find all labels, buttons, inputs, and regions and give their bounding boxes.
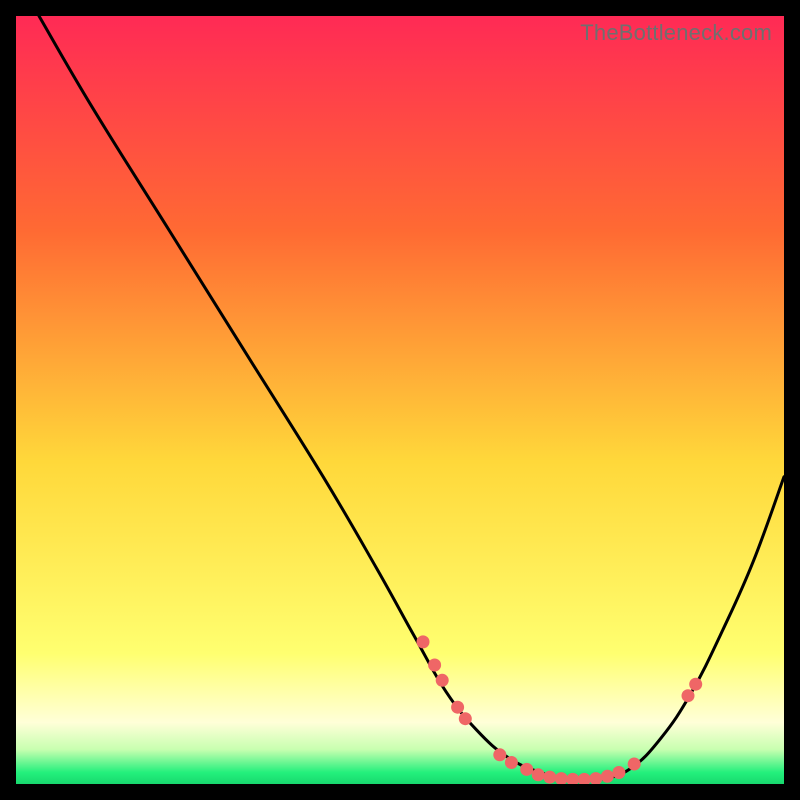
chart-frame: TheBottleneck.com <box>16 16 784 784</box>
sample-dot <box>543 771 556 784</box>
sample-dot <box>505 756 518 769</box>
sample-dot <box>493 748 506 761</box>
sample-dot <box>628 758 641 771</box>
sample-dot <box>689 678 702 691</box>
sample-dot <box>428 659 441 672</box>
sample-dot <box>612 766 625 779</box>
sample-dot <box>520 763 533 776</box>
sample-dot <box>532 768 545 781</box>
gradient-background <box>16 16 784 784</box>
sample-dot <box>417 635 430 648</box>
sample-dot <box>682 689 695 702</box>
sample-dot <box>451 701 464 714</box>
sample-dot <box>436 674 449 687</box>
sample-dot <box>459 712 472 725</box>
chart-canvas <box>16 16 784 784</box>
watermark-text: TheBottleneck.com <box>580 20 772 46</box>
sample-dot <box>601 770 614 783</box>
